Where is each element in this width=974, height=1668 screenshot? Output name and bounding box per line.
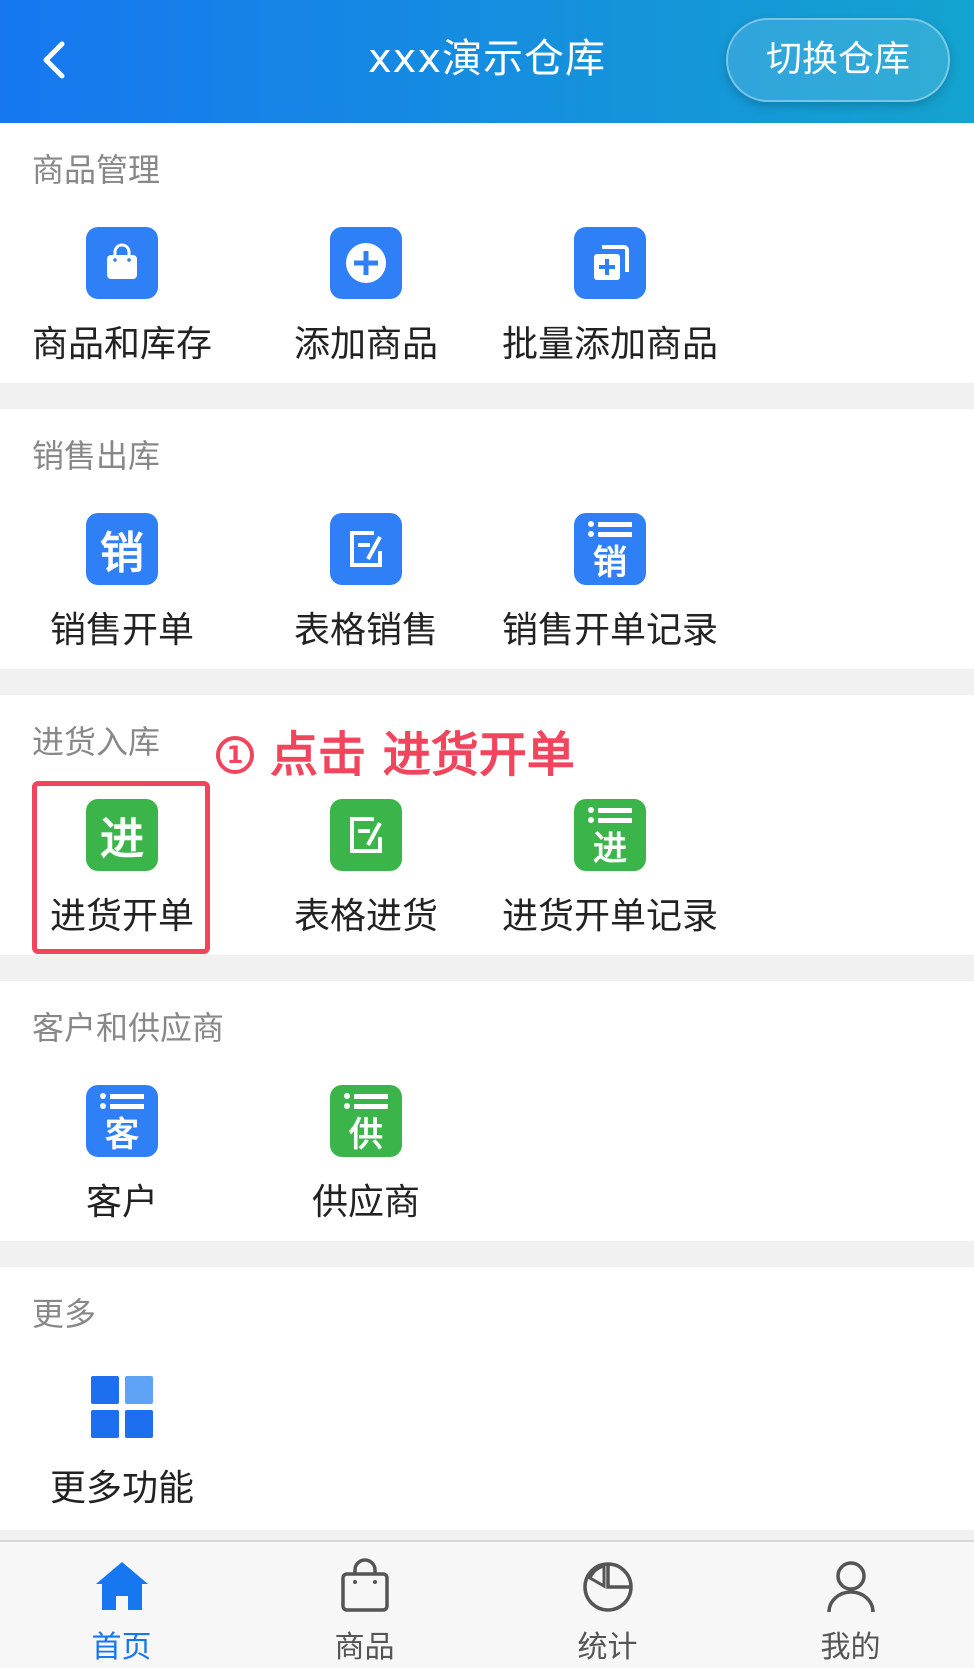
copy-plus-icon bbox=[574, 227, 646, 299]
menu-item-table-sales[interactable]: 表格销售 bbox=[261, 513, 471, 673]
menu-item-purchase-records[interactable]: 进 进货开单记录 bbox=[502, 799, 718, 959]
menu-item-more-functions[interactable]: 更多功能 bbox=[17, 1371, 227, 1531]
tab-label: 统计 bbox=[577, 1630, 638, 1665]
section-title: 销售出库 bbox=[32, 437, 161, 475]
section-partners: 客户和供应商 客 客户 供 供应商 bbox=[0, 981, 974, 1241]
section-more: 更多 更多功能 bbox=[0, 1267, 974, 1530]
annotation-text: 点击 进货开单 bbox=[270, 727, 575, 783]
tab-label: 我的 bbox=[820, 1630, 881, 1665]
highlight-box bbox=[32, 781, 210, 954]
purchase-list-icon: 进 bbox=[574, 799, 646, 871]
switch-warehouse-button[interactable]: 切换仓库 bbox=[726, 18, 950, 102]
supplier-list-icon: 供 bbox=[330, 1085, 402, 1157]
menu-item-suppliers[interactable]: 供 供应商 bbox=[261, 1085, 471, 1245]
tab-mine[interactable]: 我的 bbox=[729, 1542, 972, 1668]
sales-char-icon: 销 bbox=[86, 513, 158, 585]
section-goods: 商品管理 商品和库存 添加商品 批量添加商品 bbox=[0, 123, 974, 383]
menu-item-sales-records[interactable]: 销 销售开单记录 bbox=[502, 513, 718, 673]
tab-statistics[interactable]: 统计 bbox=[486, 1542, 729, 1668]
bottom-tab-bar: 首页 商品 统计 我的 bbox=[0, 1540, 974, 1668]
annotation-callout: 1 点击 进货开单 bbox=[216, 715, 575, 785]
top-nav-bar: xxx演示仓库 切换仓库 bbox=[0, 0, 974, 123]
tab-label: 首页 bbox=[91, 1630, 152, 1665]
section-title: 进货入库 bbox=[32, 723, 161, 761]
menu-item-label: 批量添加商品 bbox=[501, 324, 718, 365]
edit-table-icon bbox=[330, 799, 402, 871]
menu-item-customers[interactable]: 客 客户 bbox=[17, 1085, 227, 1245]
tab-label: 商品 bbox=[334, 1630, 395, 1665]
menu-item-label: 供应商 bbox=[311, 1182, 420, 1223]
sales-list-icon: 销 bbox=[574, 513, 646, 585]
plus-circle-icon bbox=[330, 227, 402, 299]
section-title: 商品管理 bbox=[32, 151, 161, 189]
home-icon bbox=[95, 1562, 148, 1610]
step-number: 1 bbox=[216, 736, 254, 774]
customer-list-icon: 客 bbox=[86, 1085, 158, 1157]
edit-table-icon bbox=[330, 513, 402, 585]
menu-item-batch-add-goods[interactable]: 批量添加商品 bbox=[502, 227, 718, 387]
section-sales: 销售出库 销 销售开单 表格销售 销 销售开单记录 bbox=[0, 409, 974, 669]
section-title: 更多 bbox=[32, 1295, 97, 1333]
menu-item-label: 进货开单记录 bbox=[501, 896, 718, 937]
tab-home[interactable]: 首页 bbox=[0, 1542, 243, 1668]
section-title: 客户和供应商 bbox=[32, 1009, 225, 1047]
menu-item-goods-inventory[interactable]: 商品和库存 bbox=[17, 227, 227, 387]
shopping-bag-icon bbox=[86, 227, 158, 299]
grid-icon bbox=[86, 1371, 158, 1443]
menu-item-table-purchase[interactable]: 表格进货 bbox=[261, 799, 471, 959]
tab-goods[interactable]: 商品 bbox=[243, 1542, 486, 1668]
menu-item-label: 更多功能 bbox=[49, 1468, 194, 1509]
pie-chart-icon bbox=[582, 1562, 633, 1612]
menu-item-add-goods[interactable]: 添加商品 bbox=[261, 227, 471, 387]
user-icon bbox=[826, 1561, 875, 1613]
menu-item-label: 销售开单记录 bbox=[501, 610, 718, 651]
menu-item-sales-order[interactable]: 销 销售开单 bbox=[17, 513, 227, 673]
bag-icon bbox=[340, 1558, 389, 1612]
